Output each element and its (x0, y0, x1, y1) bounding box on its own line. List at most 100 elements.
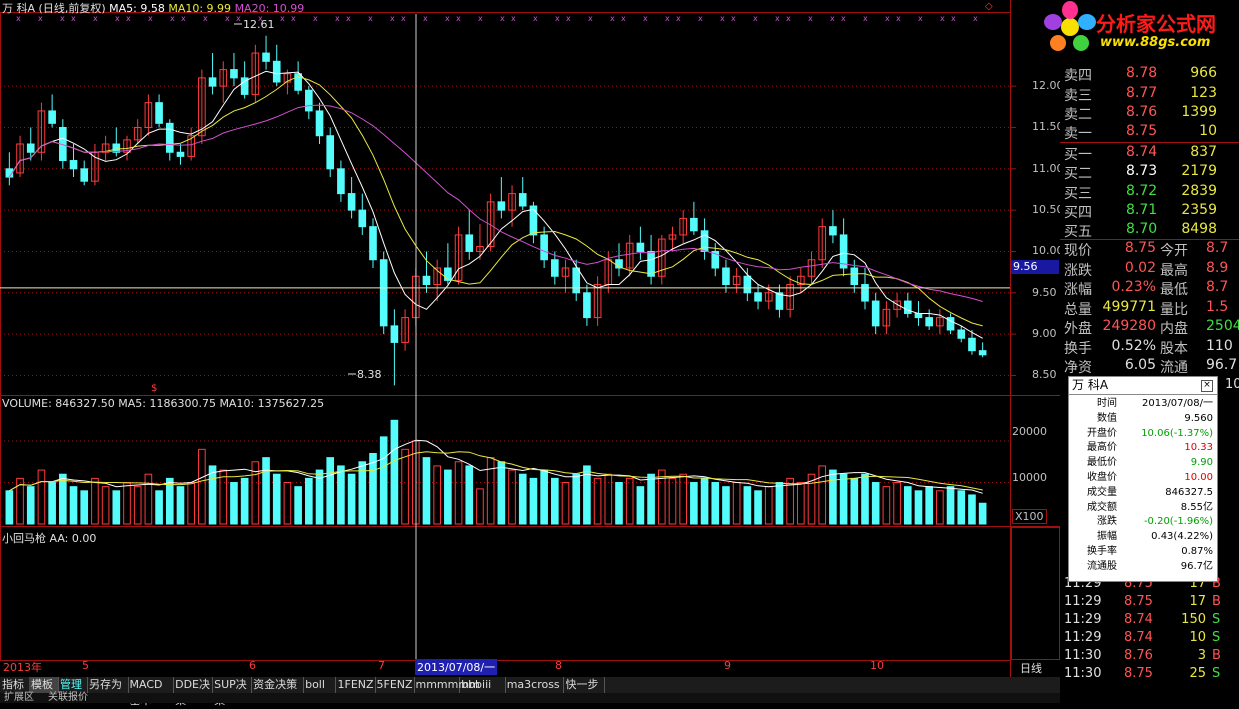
chart-canvas[interactable]: xxxxxxxxxxxxxxxxxxxxxxxxxxxxxxxxxxxxxxxx… (0, 0, 1060, 677)
volume-bar (572, 473, 581, 525)
quote-label-2: 股本 (1160, 340, 1188, 357)
tooltip-title: 万 科A (1069, 377, 1217, 395)
signal-marker: x (555, 14, 560, 23)
signal-marker: x (390, 14, 395, 23)
period-button[interactable]: 日线 (1020, 660, 1042, 676)
tab-extension[interactable]: 扩展区 (4, 693, 34, 703)
tooltip-key: 成交量 (1087, 486, 1117, 498)
volume-bar (497, 461, 506, 525)
volume-bar (754, 490, 762, 525)
tooltip-row: 成交量 846327.5 (1069, 486, 1217, 500)
trade-side: S (1212, 666, 1221, 681)
stock-name: 万 科A (2, 2, 36, 15)
volume-bar (401, 448, 409, 525)
toolbar-item[interactable]: 模板 (29, 677, 59, 693)
volume-bar (679, 473, 687, 525)
quote-row: 涨幅 0.23% 最低 8.7 (1064, 279, 1239, 298)
signal-marker: x (940, 14, 945, 23)
toolbar-item[interactable]: 快一步 (564, 677, 605, 693)
ma5-label: MA5: 9.58 (109, 2, 165, 15)
close-icon[interactable]: × (1201, 380, 1213, 392)
signal-marker: x (643, 14, 648, 23)
toolbar-item[interactable]: SUP决策 (212, 677, 253, 707)
toolbar-item[interactable]: mmmmmm (414, 677, 480, 693)
trade-volume: 150 (1181, 612, 1206, 627)
ask-price: 8.78 (1126, 65, 1158, 82)
volume-bar (294, 486, 302, 525)
candle-body (358, 209, 367, 228)
candle-body (26, 143, 35, 153)
price-axis-label: 10.00 (1032, 244, 1064, 258)
candle-body (583, 292, 591, 319)
candle-body (529, 205, 538, 236)
x-cursor-date: 2013/07/08/一 (415, 659, 498, 675)
volume-bar (861, 473, 869, 525)
quote-value-2: 8.7 (1206, 240, 1229, 256)
toolbar-item[interactable]: 另存为 (87, 677, 129, 693)
tooltip-key: 时间 (1097, 398, 1117, 409)
ask-label: 卖二 (1064, 106, 1092, 123)
ask-price: 8.76 (1126, 103, 1158, 120)
toolbar-item[interactable]: 1FENZ (336, 677, 376, 693)
signal-marker: x (775, 14, 780, 23)
candle-body (465, 234, 474, 252)
tab-related-quotes[interactable]: 关联报价 (48, 693, 88, 703)
volume-bar (59, 473, 67, 525)
signal-marker: x (830, 14, 835, 23)
trade-price: 8.74 (1124, 630, 1153, 645)
volume-bar (978, 502, 987, 525)
toolbar-item[interactable]: ma3cross (505, 677, 565, 693)
signal-dollar-icon: $ (151, 383, 157, 394)
bid-price: 8.73 (1126, 163, 1158, 180)
signal-marker: x (951, 14, 956, 23)
quote-row: 换手 0.52% 股本 110 (1064, 338, 1239, 357)
signal-marker: x (786, 14, 791, 23)
trade-time: 11:29 (1064, 594, 1102, 609)
volume-bar (818, 465, 827, 525)
candle-body (69, 160, 78, 170)
signal-marker: x (665, 14, 670, 23)
tooltip-value: 8.55亿 (1180, 501, 1213, 513)
toolbar-item[interactable]: 资金决策 (251, 677, 305, 693)
candle-body (850, 267, 859, 286)
volume-bar (850, 477, 859, 525)
toolbar-item[interactable]: 5FENZ (375, 677, 415, 693)
bid-label: 买一 (1064, 147, 1092, 163)
toolbar-item[interactable]: DDE决策 (173, 677, 214, 707)
candle-body (347, 193, 356, 211)
toolbar-item[interactable]: MACD基本 (128, 677, 175, 707)
toolbar-item[interactable]: 指标 (0, 677, 30, 693)
volume-bar (647, 473, 655, 525)
quote-value: 8.75 (1124, 240, 1156, 256)
trade-volume: 3 (1197, 648, 1206, 663)
candle-body (978, 350, 987, 356)
volume-bar (540, 469, 548, 525)
volume-bar (561, 482, 570, 525)
volume-bar (433, 465, 441, 525)
volume-bar (764, 486, 773, 525)
volume-bar (625, 477, 634, 525)
volume-bar (668, 477, 677, 525)
quote-value: 0.02 (1124, 259, 1156, 276)
quote-label-2: 最低 (1160, 282, 1188, 298)
candle-body (903, 300, 912, 314)
volume-bar (305, 477, 313, 525)
orderbook-divider (1060, 142, 1239, 143)
signal-marker: x (401, 14, 406, 23)
toolbar-item[interactable]: bbbiii (459, 677, 506, 693)
trade-price: 8.74 (1124, 612, 1153, 627)
tooltip-value: 0.43(4.22%) (1151, 531, 1213, 543)
toolbar-item[interactable]: boll (303, 677, 337, 693)
ma20-label: MA20: 10.99 (234, 2, 305, 15)
trade-time: 11:29 (1064, 612, 1102, 627)
tooltip-row: 收盘价 10.00 (1069, 471, 1217, 485)
toolbar-item[interactable]: 管理 (58, 677, 88, 693)
candle-body (48, 110, 56, 124)
quote-value: 499771 (1102, 298, 1156, 315)
candle-body (636, 242, 645, 252)
volume-bar (454, 461, 463, 525)
candle-body (957, 329, 966, 339)
trade-side: S (1212, 612, 1221, 627)
volume-bar (5, 490, 14, 525)
trade-volume: 10 (1189, 630, 1206, 645)
